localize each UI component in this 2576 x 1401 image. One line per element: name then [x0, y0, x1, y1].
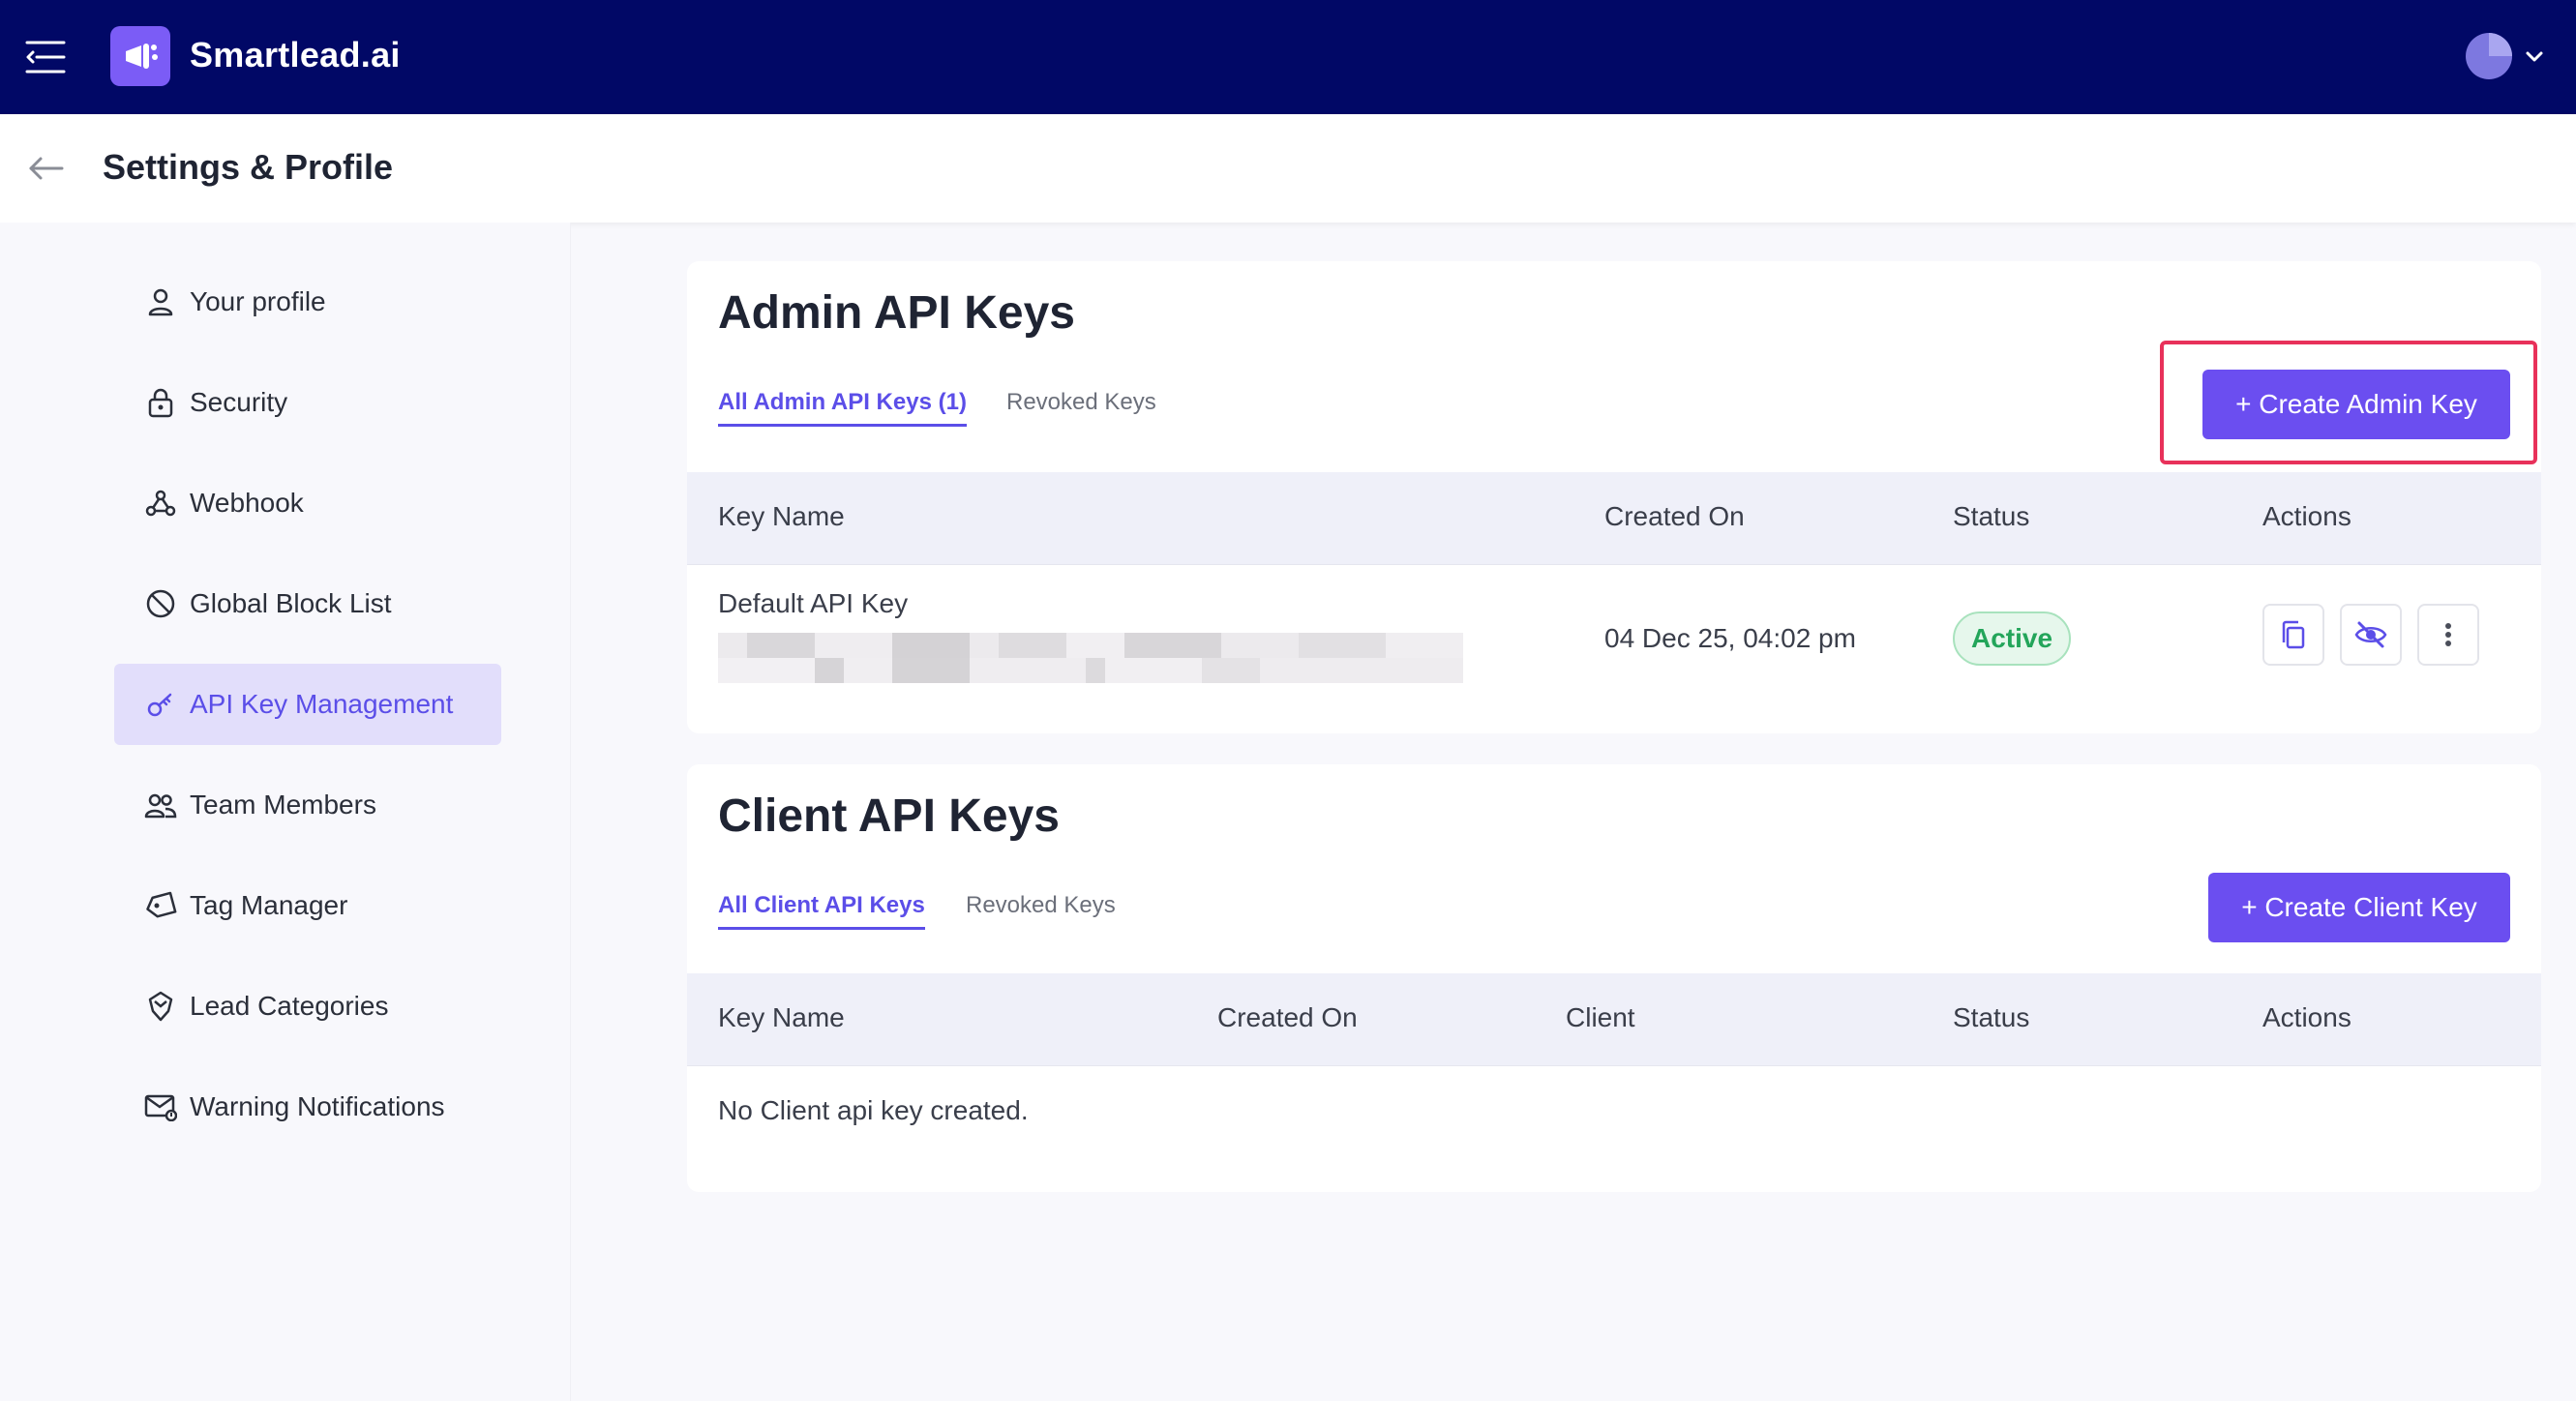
brand-name: Smartlead.ai	[190, 35, 401, 75]
page-title: Settings & Profile	[103, 147, 394, 187]
tab-all-client-api-keys[interactable]: All Client API Keys	[718, 892, 925, 930]
more-options-button[interactable]	[2417, 604, 2479, 666]
redacted-api-key	[718, 633, 1463, 683]
admin-section-title: Admin API Keys	[718, 287, 1075, 339]
table-row: Default API Key 04 Dec 25, 04:02 pm Acti…	[687, 565, 2541, 708]
brand-logo-icon[interactable]	[110, 26, 170, 86]
more-vertical-icon	[2445, 623, 2451, 646]
column-header-client: Client	[1566, 1002, 1635, 1032]
column-header-status: Status	[1953, 1002, 2030, 1032]
client-section-title: Client API Keys	[718, 790, 1060, 842]
chevron-down-icon	[2526, 51, 2543, 62]
status-badge: Active	[1953, 611, 2071, 666]
tag-icon	[143, 888, 178, 923]
user-icon	[143, 284, 178, 319]
user-menu[interactable]	[2466, 31, 2559, 81]
copy-icon	[2282, 620, 2305, 649]
sidebar-item-your-profile[interactable]: Your profile	[114, 261, 501, 343]
sidebar-item-lead-categories[interactable]: Lead Categories	[114, 966, 501, 1047]
category-icon	[143, 989, 178, 1024]
admin-api-keys-card: Admin API Keys All Admin API Keys (1) Re…	[687, 261, 2541, 733]
tab-revoked-client-keys[interactable]: Revoked Keys	[966, 892, 1116, 927]
client-table-header: Key Name Created On Client Status Action…	[687, 973, 2541, 1066]
sidebar-item-label: Tag Manager	[190, 890, 348, 920]
copy-key-button[interactable]	[2262, 604, 2324, 666]
sidebar-item-label: Global Block List	[190, 588, 392, 618]
sidebar-item-global-block-list[interactable]: Global Block List	[114, 563, 501, 644]
tab-all-admin-api-keys[interactable]: All Admin API Keys (1)	[718, 389, 967, 427]
sidebar-item-label: Webhook	[190, 488, 304, 518]
settings-sidebar: Your profile Security Webhook Global Blo…	[0, 223, 571, 1401]
avatar[interactable]	[2466, 33, 2512, 79]
block-icon	[143, 586, 178, 621]
key-name: Default API Key	[718, 588, 909, 618]
highlight-box	[2160, 341, 2537, 464]
sidebar-item-api-key-management[interactable]: API Key Management	[114, 664, 501, 745]
sidebar-item-label: Your profile	[190, 286, 326, 316]
lock-icon	[143, 385, 178, 420]
webhook-icon	[143, 486, 178, 521]
empty-state-message: No Client api key created.	[718, 1095, 1029, 1125]
column-header-created-on: Created On	[1217, 1002, 1358, 1032]
sidebar-item-label: API Key Management	[190, 689, 454, 719]
sidebar-item-security[interactable]: Security	[114, 362, 501, 443]
column-header-created-on: Created On	[1604, 501, 1745, 531]
column-header-actions: Actions	[2262, 501, 2351, 531]
create-client-key-button[interactable]: + Create Client Key	[2208, 873, 2510, 942]
sidebar-item-label: Warning Notifications	[190, 1091, 445, 1121]
sidebar-item-label: Security	[190, 387, 288, 417]
back-arrow-icon[interactable]	[27, 149, 66, 188]
admin-table-header: Key Name Created On Status Actions	[687, 472, 2541, 565]
sidebar-item-webhook[interactable]: Webhook	[114, 462, 501, 544]
sidebar-item-tag-manager[interactable]: Tag Manager	[114, 865, 501, 946]
key-icon	[143, 687, 178, 722]
menu-icon[interactable]	[25, 39, 66, 75]
sidebar-item-label: Lead Categories	[190, 991, 389, 1021]
client-api-keys-card: Client API Keys All Client API Keys Revo…	[687, 764, 2541, 1192]
column-header-status: Status	[1953, 501, 2030, 531]
column-header-key-name: Key Name	[718, 501, 845, 531]
toggle-visibility-button[interactable]	[2340, 604, 2402, 666]
column-header-actions: Actions	[2262, 1002, 2351, 1032]
eye-off-icon	[2354, 621, 2387, 648]
sidebar-item-warning-notifications[interactable]: Warning Notifications	[114, 1066, 501, 1148]
column-header-key-name: Key Name	[718, 1002, 845, 1032]
mail-alert-icon	[143, 1089, 178, 1124]
created-on: 04 Dec 25, 04:02 pm	[1604, 623, 1856, 653]
sidebar-item-label: Team Members	[190, 790, 376, 820]
tab-revoked-admin-keys[interactable]: Revoked Keys	[1006, 389, 1156, 424]
top-navbar: Smartlead.ai	[0, 0, 2576, 114]
page-header: Settings & Profile	[0, 114, 2576, 223]
team-icon	[143, 788, 178, 822]
sidebar-item-team-members[interactable]: Team Members	[114, 764, 501, 846]
